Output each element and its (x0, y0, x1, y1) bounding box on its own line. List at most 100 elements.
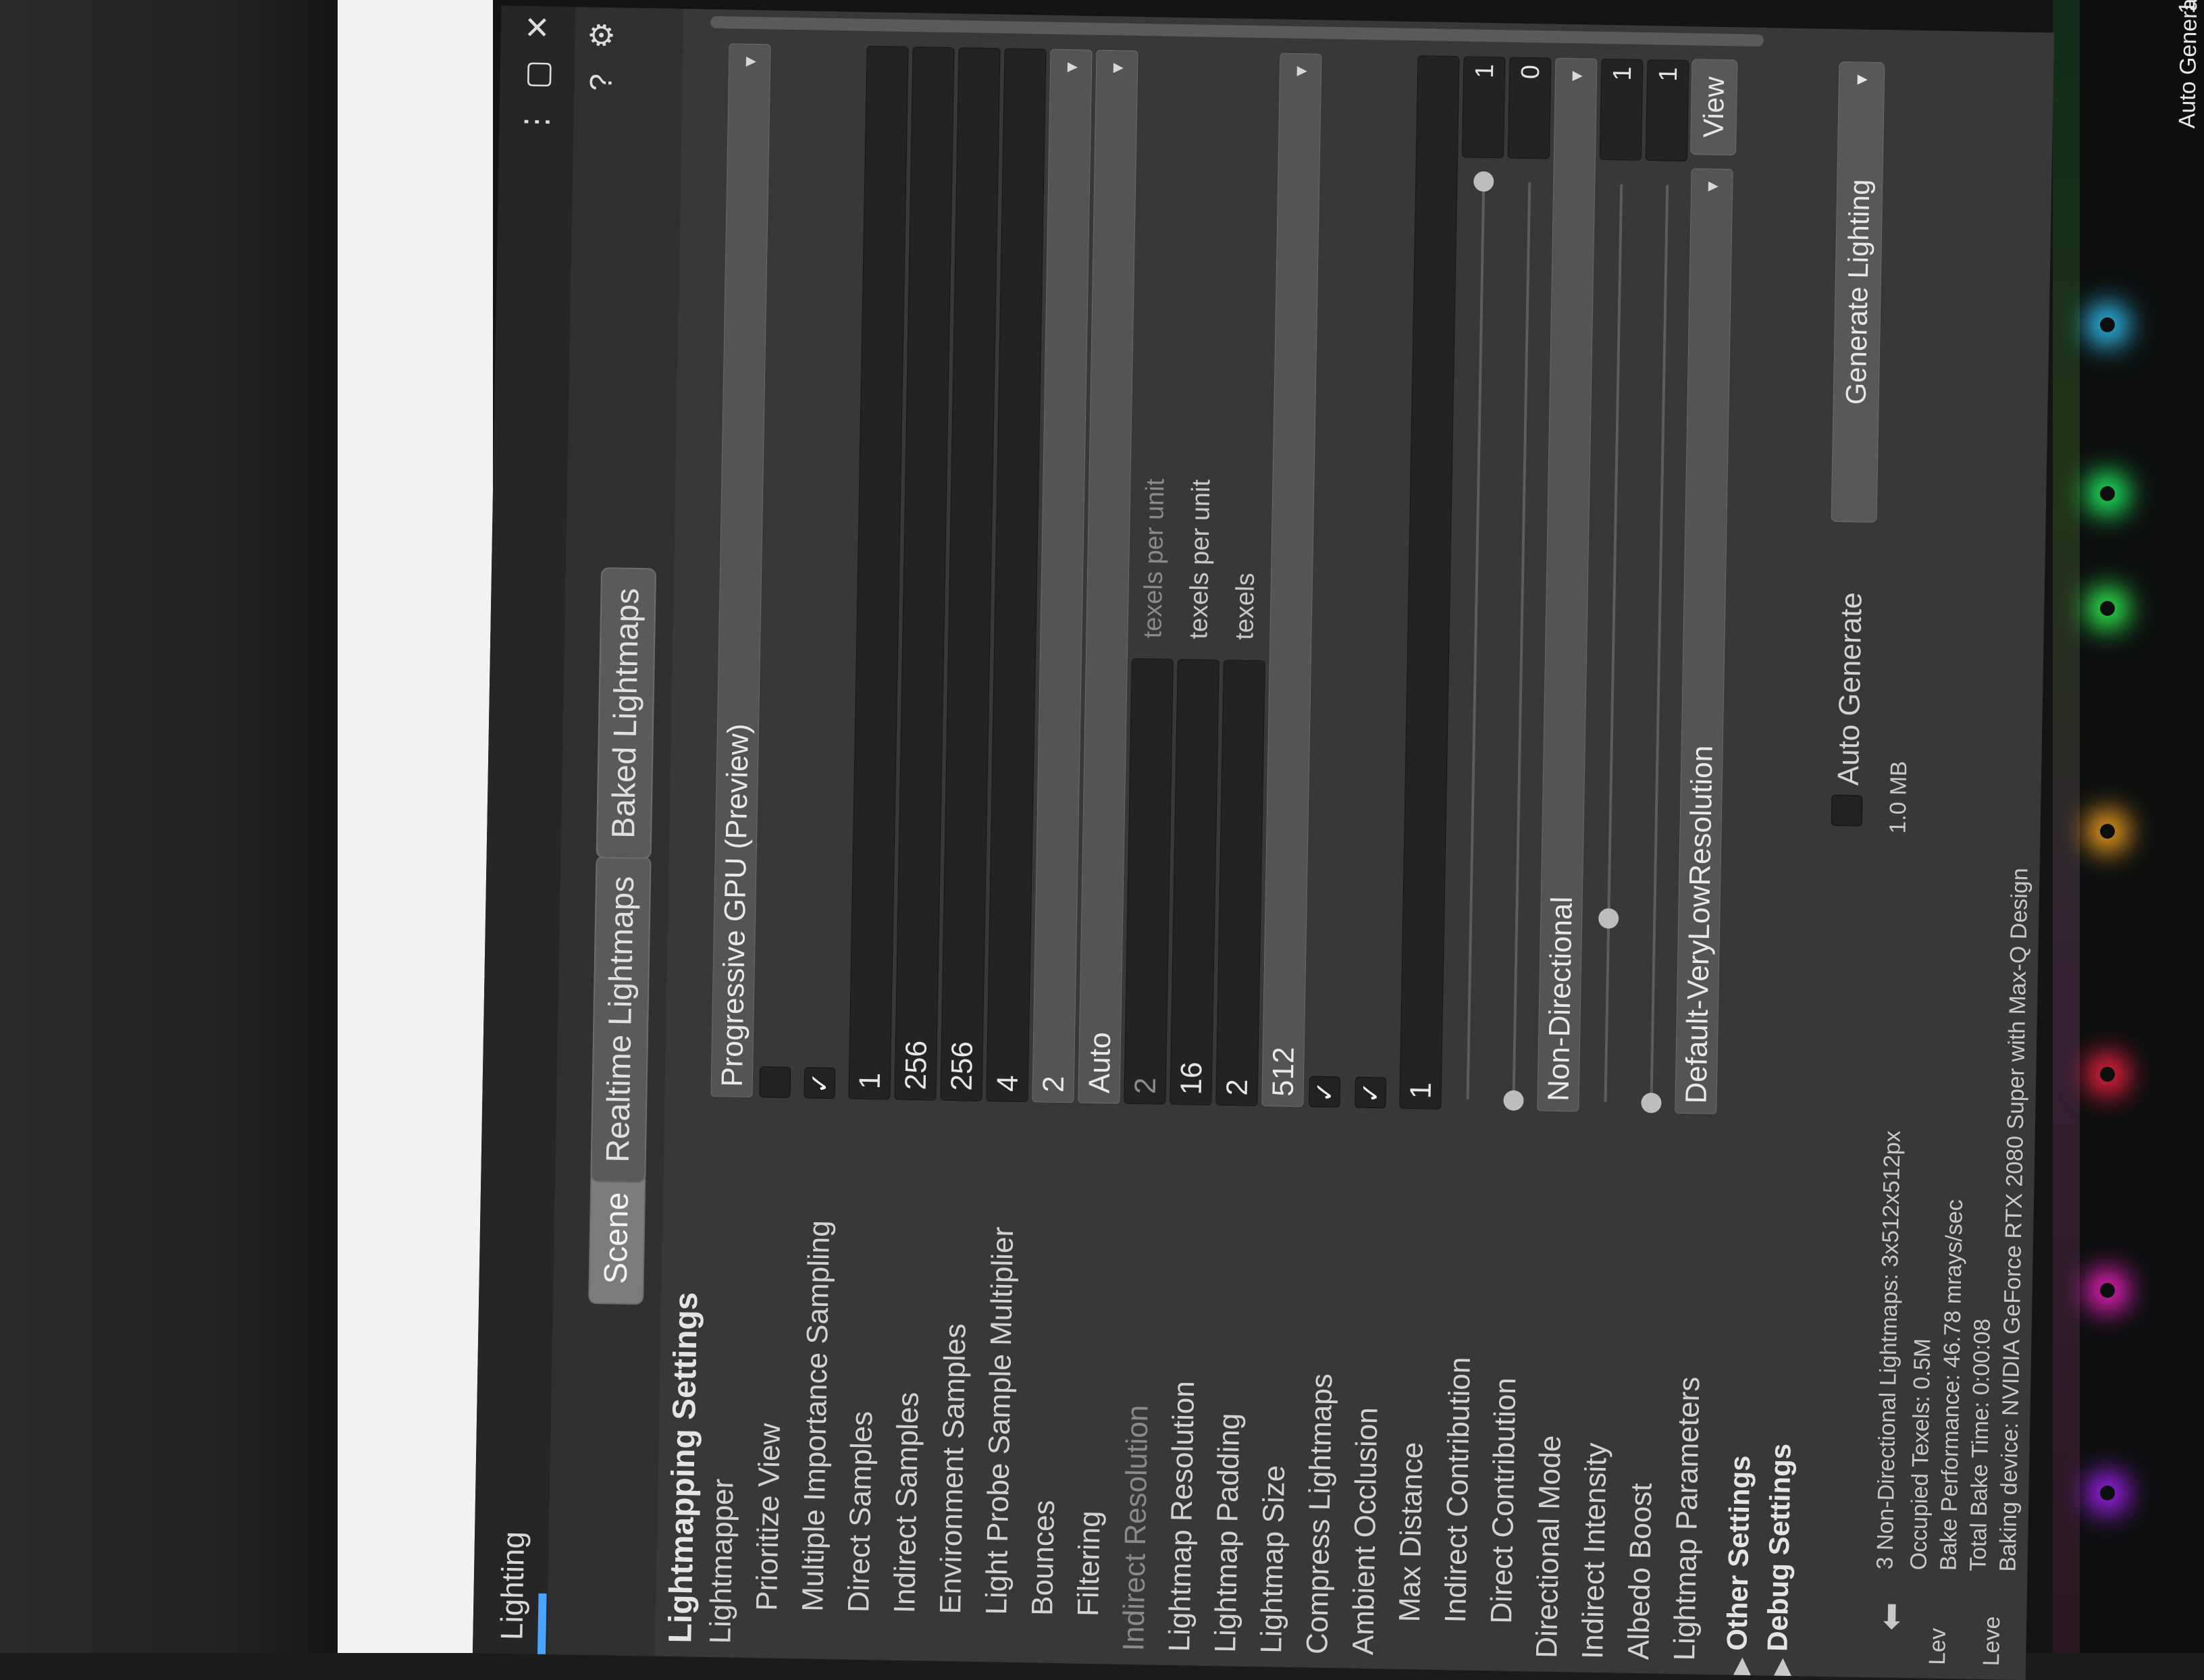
mis-checkbox[interactable]: ✓ (804, 1067, 836, 1099)
lightmap-padding-label: Lightmap Padding (1209, 1413, 1247, 1653)
taskbar-clock: 12 (2174, 0, 2201, 14)
bounces-value: 2 (1037, 1075, 1071, 1093)
lightmapper-label: Lightmapper (704, 1478, 740, 1644)
view-parameters-button[interactable]: View (1689, 59, 1738, 156)
chevron-down-icon: ▾ (1059, 61, 1083, 73)
lightmap-padding-field[interactable]: 2 (1215, 660, 1265, 1107)
led-light (2100, 601, 2115, 616)
albedo-boost-label: Albedo Boost (1622, 1482, 1658, 1660)
albedo-boost-handle[interactable] (1641, 1093, 1662, 1113)
lightmap-size-dropdown[interactable]: 512 ▾ (1261, 53, 1322, 1107)
taskbar: Auto Genera 12 (2080, 0, 2204, 1653)
chevron-down-icon: ▾ (1105, 63, 1129, 74)
directional-mode-dropdown[interactable]: Non-Directional ▾ (1537, 57, 1598, 1112)
level-label: Leve (1978, 1616, 2005, 1666)
direct-contribution-handle[interactable] (1503, 1090, 1524, 1111)
tab-baked-lightmaps[interactable]: Baked Lightmaps (596, 567, 657, 860)
lightmap-resolution-field[interactable]: 16 (1170, 658, 1219, 1105)
maximize-icon[interactable]: ▢ (517, 55, 556, 95)
indirect-samples-label: Indirect Samples (888, 1392, 925, 1614)
filtering-label: Filtering (1072, 1510, 1107, 1617)
led-light (2100, 1283, 2115, 1298)
lightmap-parameters-dropdown[interactable]: Default-VeryLowResolution ▾ (1675, 168, 1733, 1115)
indirect-intensity-field[interactable]: 1 (1599, 58, 1644, 161)
section-title: Lightmapping Settings (662, 1292, 705, 1644)
adjacent-window-edge (338, 0, 493, 1653)
auto-generate-label: Auto Generate (1831, 592, 1868, 786)
debug-settings-foldout[interactable]: Debug Settings (1761, 1443, 1797, 1652)
indirect-resolution-unit: texels per unit (1138, 478, 1170, 639)
direct-contribution-label: Direct Contribution (1484, 1377, 1523, 1625)
mis-label: Multiple Importance Sampling (796, 1219, 837, 1612)
triangle-right-icon[interactable]: ▶ (1768, 1658, 1795, 1676)
kebab-menu-icon[interactable]: ⋮ (516, 102, 556, 142)
other-settings-foldout[interactable]: Other Settings (1721, 1455, 1756, 1651)
lightmap-size-label: Lightmap Size (1255, 1465, 1292, 1654)
total-bake-time: Total Bake Time: 0:00:08 (1965, 1318, 1995, 1572)
led-light (2100, 824, 2115, 839)
albedo-boost-track[interactable] (1650, 184, 1669, 1103)
window-title: Lighting (494, 1531, 531, 1641)
lightmap-parameters-value: Default-VeryLowResolution (1679, 745, 1719, 1104)
indirect-contribution-field[interactable]: 1 (1461, 56, 1506, 159)
lightmapper-dropdown[interactable]: Progressive GPU (Preview) ▾ (710, 43, 771, 1098)
gear-icon[interactable]: ⚙ (581, 15, 621, 55)
directional-mode-label: Directional Mode (1530, 1435, 1567, 1659)
tab-realtime-lightmaps[interactable]: Realtime Lightmaps (590, 855, 652, 1184)
lightmapper-value: Progressive GPU (Preview) (715, 723, 756, 1088)
taskbar-tray-text: Auto Genera (2174, 0, 2203, 129)
indirect-contribution-handle[interactable] (1473, 171, 1494, 192)
level-label: Lev (1924, 1627, 1951, 1666)
ambient-occlusion-checkbox[interactable]: ✓ (1355, 1076, 1387, 1109)
chevron-down-icon: ▾ (739, 56, 762, 68)
indirect-contribution-track[interactable] (1466, 181, 1486, 1100)
indirect-contribution-label: Indirect Contribution (1439, 1357, 1477, 1623)
chevron-down-icon: ▾ (1849, 74, 1873, 85)
baking-device: Baking device: NVIDIA GeForce RTX 2080 S… (1995, 867, 2033, 1572)
prioritize-view-checkbox[interactable] (759, 1066, 791, 1099)
led-light (2100, 1067, 2115, 1082)
indirect-intensity-handle[interactable] (1598, 908, 1619, 929)
direct-contribution-track[interactable] (1512, 182, 1531, 1101)
compress-lightmaps-checkbox[interactable]: ✓ (1309, 1076, 1341, 1108)
lightmaps-info: 3 Non-Directional Lightmaps: 3x512x512px (1872, 1130, 1906, 1570)
indirect-intensity-track[interactable] (1604, 184, 1623, 1103)
directional-mode-value: Non-Directional (1542, 896, 1579, 1102)
compress-lightmaps-label: Compress Lightmaps (1301, 1373, 1339, 1655)
direct-contribution-field[interactable]: 0 (1507, 57, 1552, 159)
led-light (2100, 1486, 2115, 1500)
chevron-down-icon: ▾ (1289, 65, 1313, 77)
help-icon[interactable]: ? (581, 62, 621, 102)
probe-multiplier-label: Light Probe Sample Multiplier (980, 1226, 1020, 1615)
lighting-content: Lightmapping Settings Lightmapper Progre… (655, 9, 2054, 1680)
lightmap-resolution-unit: texels per unit (1184, 479, 1216, 639)
filtering-value: Auto (1082, 1032, 1118, 1094)
prioritize-view-label: Prioritize View (750, 1423, 787, 1612)
occupied-texels: Occupied Texels: 0.5M (1906, 1338, 1936, 1571)
close-icon[interactable]: ✕ (518, 7, 558, 47)
lighting-window: Lighting ⋮ ▢ ✕ Scene Realtime Lightmaps … (473, 5, 2055, 1680)
ambient-occlusion-label: Ambient Occlusion (1346, 1407, 1384, 1656)
environment-samples-label: Environment Samples (934, 1323, 972, 1615)
generate-lighting-label: Generate Lighting (1839, 179, 1876, 405)
lightmap-parameters-label: Lightmap Parameters (1668, 1376, 1706, 1661)
auto-generate-checkbox[interactable] (1831, 794, 1863, 826)
chevron-down-icon: ▾ (1701, 181, 1724, 192)
albedo-boost-field[interactable]: 1 (1645, 59, 1689, 162)
active-tab-indicator (537, 1593, 547, 1654)
triangle-right-icon[interactable]: ▶ (1727, 1657, 1754, 1675)
chevron-down-icon: ▾ (1565, 70, 1588, 82)
indirect-resolution-label: Indirect Resolution (1117, 1405, 1155, 1652)
max-distance-field[interactable]: 1 (1399, 55, 1460, 1109)
max-distance-label: Max Distance (1393, 1442, 1429, 1623)
led-light (2100, 486, 2115, 501)
lightmap-padding-unit: texels (1230, 573, 1261, 641)
direct-samples-label: Direct Samples (842, 1411, 879, 1613)
indirect-resolution-field[interactable]: 2 (1124, 658, 1174, 1105)
lightmap-size-value: 512 (1266, 1046, 1301, 1097)
generate-lighting-button[interactable]: Generate Lighting ▾ (1831, 61, 1885, 523)
lightmap-resolution-label: Lightmap Resolution (1163, 1380, 1201, 1652)
led-light (2100, 317, 2115, 332)
tab-scene[interactable]: Scene (588, 1171, 646, 1305)
lightmaps-size: 1.0 MB (1885, 760, 1912, 834)
